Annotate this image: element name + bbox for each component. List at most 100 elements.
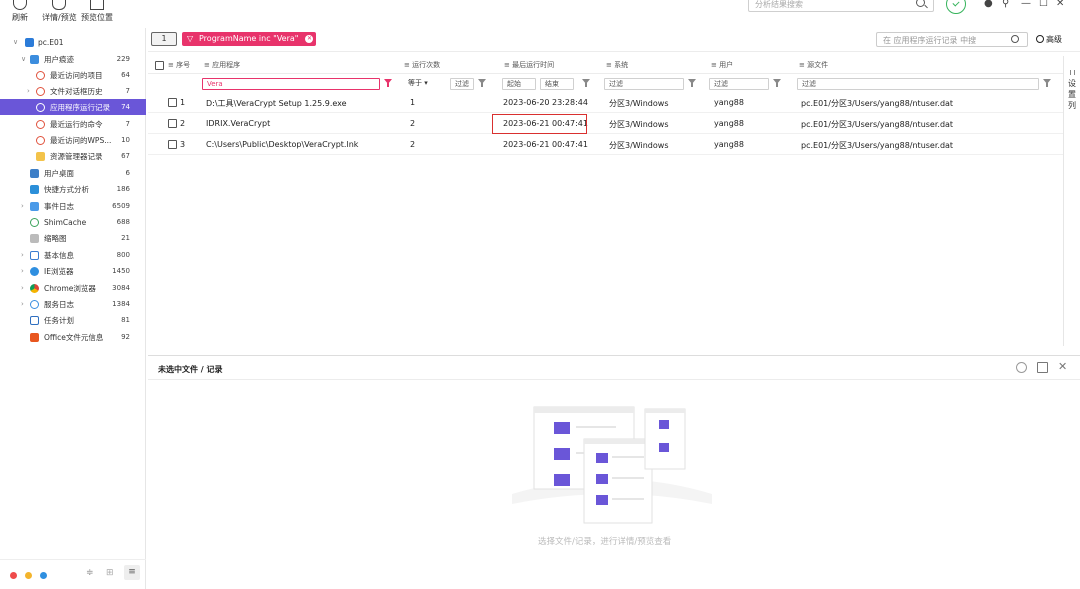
image-icon	[30, 233, 39, 243]
column-header-system[interactable]: ≡ 系统	[606, 60, 628, 70]
sidebar-item-basic-info[interactable]: › 基本信息 800	[0, 247, 146, 263]
advanced-search-icon	[1036, 35, 1044, 43]
filter-icon[interactable]	[1043, 79, 1051, 87]
source-filter-input[interactable]: 过滤	[797, 78, 1039, 90]
filter-chip[interactable]: ▽ ProgramName inc "Vera" ✕	[182, 32, 317, 46]
sidebar-item-shortcut-analysis[interactable]: 快捷方式分析 186	[0, 181, 146, 197]
sidebar-item-app-run-records[interactable]: 应用程序运行记录 74	[0, 99, 146, 115]
close-icon[interactable]: ✕	[305, 35, 314, 43]
folder-icon	[36, 151, 45, 161]
row-checkbox[interactable]	[168, 119, 177, 128]
sidebar-item-recent-commands[interactable]: 最近运行的命令 7	[0, 116, 146, 132]
close-icon[interactable]: ✕	[1056, 0, 1064, 9]
chevron-right-icon[interactable]: ›	[27, 87, 30, 95]
table-row[interactable]: 2 IDRIX.VeraCrypt 2 2023-06-21 00:47:41 …	[148, 113, 1064, 134]
detail-preview-button[interactable]: 详情/预览	[42, 0, 77, 24]
blue-dot-icon[interactable]	[40, 572, 47, 579]
sidebar-item-office-metadata[interactable]: Office文件元信息 92	[0, 329, 146, 345]
chevron-right-icon[interactable]: ›	[21, 202, 24, 210]
refresh-icon	[13, 0, 27, 10]
sidebar-item-scheduled-tasks[interactable]: 任务计划 81	[0, 312, 146, 328]
sidebar-item-explorer-records[interactable]: 资源管理器记录 67	[0, 148, 146, 164]
filter-icon[interactable]	[773, 79, 781, 87]
user-traces-icon	[30, 54, 39, 64]
preview-position-button[interactable]: 预览位置	[81, 0, 113, 24]
grip-icon	[1070, 70, 1075, 75]
tree-root[interactable]: ∨ pc.E01	[0, 34, 146, 50]
shimcache-icon	[30, 217, 39, 227]
shield-check-icon[interactable]	[946, 0, 966, 14]
column-header-user[interactable]: ≡ 用户	[711, 60, 733, 70]
user-filter-input[interactable]: 过滤	[709, 78, 769, 90]
time-start-input[interactable]: 起始	[502, 78, 536, 90]
table-row[interactable]: 3 C:\Users\Public\Desktop\VeraCrypt.lnk …	[148, 134, 1064, 155]
red-dot-icon[interactable]	[10, 572, 17, 579]
settings-icon[interactable]	[1016, 362, 1027, 373]
advanced-search-button[interactable]: 高级	[1036, 34, 1062, 45]
column-filter-row: Vera 等于 ▾ 过滤 起始 结束 过滤 过滤 过滤	[148, 76, 1064, 92]
task-icon	[30, 315, 39, 325]
column-header-source[interactable]: ≡ 源文件	[799, 60, 828, 70]
filter-icon[interactable]	[478, 79, 486, 87]
sidebar-tree: ∨ pc.E01 ∨ 用户痕迹 229 最近访问的项目 64 › 文件对话框历史…	[0, 28, 146, 589]
filter-count-badge[interactable]: 1	[151, 32, 177, 46]
column-header-last-run[interactable]: ≡ 最后运行时间	[504, 60, 554, 70]
sidebar-item-user-desktop[interactable]: 用户桌面 6	[0, 165, 146, 181]
clock-icon	[36, 119, 45, 129]
sidebar-item-ie-browser[interactable]: › IE浏览器 1450	[0, 263, 146, 279]
global-search-input[interactable]: 分析结果搜索	[748, 0, 934, 12]
filter-icon[interactable]	[688, 79, 696, 87]
system-filter-input[interactable]: 过滤	[604, 78, 684, 90]
empty-state-illustration	[512, 406, 712, 524]
sidebar-item-shimcache[interactable]: ShimCache 688	[0, 214, 146, 230]
list-view-icon[interactable]: ≡	[124, 565, 140, 580]
collapse-icon[interactable]: ≑	[86, 568, 94, 578]
sidebar-item-file-dialog-history[interactable]: › 文件对话框历史 7	[0, 83, 146, 99]
sidebar-item-recent-wps[interactable]: 最近访问的WPS... 10	[0, 132, 146, 148]
pin-icon[interactable]: ⚲	[1002, 0, 1009, 9]
filter-icon[interactable]	[384, 79, 392, 87]
sidebar-item-recent-items[interactable]: 最近访问的项目 64	[0, 67, 146, 83]
column-settings-panel[interactable]: 设置列	[1063, 56, 1080, 346]
chevron-right-icon[interactable]: ›	[21, 284, 24, 292]
close-icon[interactable]: ✕	[1058, 361, 1069, 373]
row-checkbox[interactable]	[168, 98, 177, 107]
filter-icon[interactable]	[582, 79, 590, 87]
table-header: ≡ 序号 ≡ 应用程序 ≡ 运行次数 ≡ 最后运行时间 ≡ 系统 ≡ 用户 ≡ …	[148, 56, 1064, 74]
app-filter-input[interactable]: Vera	[202, 78, 380, 90]
select-all-checkbox[interactable]	[155, 61, 164, 70]
chevron-right-icon[interactable]: ›	[21, 267, 24, 275]
split-view-icon[interactable]	[1037, 362, 1048, 373]
chevron-down-icon[interactable]: ∨	[21, 55, 26, 63]
sidebar-item-chrome-browser[interactable]: › Chrome浏览器 3084	[0, 280, 146, 296]
grid-icon[interactable]: ⊞	[106, 568, 114, 578]
count-filter-input[interactable]: 过滤	[450, 78, 474, 90]
column-settings-label[interactable]: 设置列	[1068, 78, 1078, 111]
row-checkbox[interactable]	[168, 140, 177, 149]
sidebar-item-service-log[interactable]: › 服务日志 1384	[0, 296, 146, 312]
table-row[interactable]: 1 D:\工具\VeraCrypt Setup 1.25.9.exe 1 202…	[148, 92, 1064, 113]
search-icon[interactable]	[916, 0, 925, 7]
count-operator-select[interactable]: 等于 ▾	[404, 78, 446, 90]
column-header-app[interactable]: ≡ 应用程序	[204, 60, 240, 70]
yellow-dot-icon[interactable]	[25, 572, 32, 579]
minimize-icon[interactable]: —	[1021, 0, 1031, 9]
chevron-down-icon[interactable]: ∨	[13, 38, 18, 46]
refresh-button[interactable]: 刷新	[12, 0, 28, 24]
sidebar-item-thumbnails[interactable]: 缩略图 21	[0, 230, 146, 246]
column-header-index[interactable]: ≡ 序号	[168, 60, 190, 70]
records-table: ≡ 序号 ≡ 应用程序 ≡ 运行次数 ≡ 最后运行时间 ≡ 系统 ≡ 用户 ≡ …	[148, 56, 1064, 346]
user-icon[interactable]: ●	[984, 0, 993, 9]
sidebar-item-event-log[interactable]: › 事件日志 6509	[0, 198, 146, 214]
record-search-input[interactable]: 在 应用程序运行记录 中搜	[876, 32, 1028, 47]
maximize-icon[interactable]: ☐	[1039, 0, 1048, 9]
column-header-run-count[interactable]: ≡ 运行次数	[404, 60, 440, 70]
sidebar-item-user-traces[interactable]: ∨ 用户痕迹 229	[0, 51, 146, 67]
time-end-input[interactable]: 结束	[540, 78, 574, 90]
search-icon[interactable]	[1011, 35, 1019, 43]
chevron-right-icon[interactable]: ›	[21, 251, 24, 259]
office-icon	[30, 332, 39, 342]
shortcut-icon	[30, 184, 39, 194]
empty-state-text: 选择文件/记录，进行详情/预览查看	[538, 537, 672, 547]
chevron-right-icon[interactable]: ›	[21, 300, 24, 308]
